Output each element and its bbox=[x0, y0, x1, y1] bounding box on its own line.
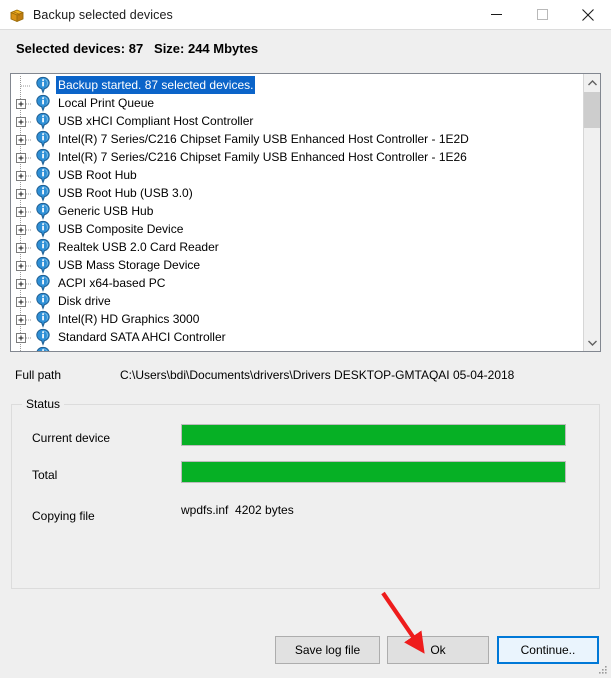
copying-file-value: wpdfs.inf 4202 bytes bbox=[181, 503, 294, 517]
info-balloon-icon bbox=[35, 292, 51, 310]
info-balloon-icon bbox=[35, 256, 51, 274]
tree-row[interactable]: Intel(R) HD Graphics 3000 bbox=[11, 310, 583, 328]
device-tree-panel[interactable]: Backup started. 87 selected devices. Loca… bbox=[10, 73, 601, 352]
tree-row[interactable]: Generic USB Hub bbox=[11, 202, 583, 220]
tree-row[interactable]: Intel(R) 7 Series/C216 Chipset Family US… bbox=[11, 148, 583, 166]
ok-button[interactable]: Ok bbox=[387, 636, 489, 664]
total-label: Total bbox=[32, 468, 58, 482]
selection-summary: Selected devices: 87 Size: 244 Mbytes bbox=[16, 41, 259, 56]
info-balloon-icon bbox=[35, 310, 51, 328]
tree-row-label: Intel(R) 7 Series/C216 Chipset Family US… bbox=[58, 132, 469, 146]
current-device-progressbar bbox=[181, 424, 566, 446]
tree-row[interactable]: Backup started. 87 selected devices. bbox=[11, 76, 583, 94]
save-log-file-button[interactable]: Save log file bbox=[275, 636, 380, 664]
tree-row-label: Intel(R) HD Graphics 3000 bbox=[58, 312, 200, 326]
tree-row-label: Disk drive bbox=[58, 294, 111, 308]
tree-row[interactable]: USB Composite Device bbox=[11, 220, 583, 238]
maximize-button[interactable] bbox=[519, 0, 565, 29]
current-device-label: Current device bbox=[32, 431, 111, 445]
tree-row[interactable]: USB Root Hub (USB 3.0) bbox=[11, 184, 583, 202]
plus-box-icon[interactable] bbox=[15, 184, 35, 202]
info-balloon-icon bbox=[35, 328, 51, 346]
scroll-up-icon[interactable] bbox=[584, 74, 600, 91]
scrollbar-thumb[interactable] bbox=[584, 92, 600, 128]
window-controls bbox=[473, 0, 611, 29]
minimize-button[interactable] bbox=[473, 0, 519, 29]
tree-row[interactable]: USB xHCI Compliant Host Controller bbox=[11, 112, 583, 130]
plus-box-icon[interactable] bbox=[15, 292, 35, 310]
info-balloon-icon bbox=[35, 202, 51, 220]
info-balloon-icon bbox=[35, 238, 51, 256]
close-button[interactable] bbox=[565, 0, 611, 29]
status-group-legend: Status bbox=[22, 397, 65, 411]
tree-row-label: Intel(R) 7 Series/C216 Chipset Family US… bbox=[58, 150, 467, 164]
info-balloon-icon bbox=[35, 274, 51, 292]
tree-row[interactable]: USB Mass Storage Device bbox=[11, 256, 583, 274]
title-bar: Backup selected devices bbox=[0, 0, 611, 30]
info-balloon-icon bbox=[35, 94, 51, 112]
plus-box-icon[interactable] bbox=[15, 94, 35, 112]
tree-row-label: Backup started. 87 selected devices. bbox=[56, 76, 256, 94]
info-balloon-icon bbox=[35, 148, 51, 166]
tree-row-label: USB Mass Storage Device bbox=[58, 258, 201, 272]
plus-box-icon[interactable] bbox=[15, 310, 35, 328]
tree-row[interactable]: Intel(R) 7 Series/C216 Chipset Family US… bbox=[11, 130, 583, 148]
tree-row-label: Standard SATA AHCI Controller bbox=[58, 330, 226, 344]
tree-row[interactable]: ACPI x64-based PC bbox=[11, 274, 583, 292]
tree-row-label: USB xHCI Compliant Host Controller bbox=[58, 114, 254, 128]
tree-row[interactable]: Realtek USB 2.0 Card Reader bbox=[11, 238, 583, 256]
plus-box-icon[interactable] bbox=[15, 148, 35, 166]
tree-row-label: Realtek USB 2.0 Card Reader bbox=[58, 240, 219, 254]
tree-row[interactable]: Disk drive bbox=[11, 292, 583, 310]
info-balloon-icon bbox=[35, 166, 51, 184]
copying-file-label: Copying file bbox=[32, 509, 95, 523]
device-tree-rows[interactable]: Backup started. 87 selected devices. Loca… bbox=[11, 76, 583, 351]
full-path-value: C:\Users\bdi\Documents\drivers\Drivers D… bbox=[120, 368, 515, 382]
plus-box-icon[interactable] bbox=[15, 130, 35, 148]
window-title: Backup selected devices bbox=[33, 7, 173, 22]
tree-vertical-scrollbar[interactable] bbox=[583, 74, 600, 351]
tree-row[interactable]: Standard SATA AHCI Controller bbox=[11, 328, 583, 346]
plus-box-icon[interactable] bbox=[15, 220, 35, 238]
info-balloon-icon bbox=[35, 112, 51, 130]
tree-row[interactable]: USB Root Hub bbox=[11, 166, 583, 184]
info-balloon-icon bbox=[35, 220, 51, 238]
tree-row[interactable] bbox=[11, 346, 583, 351]
plus-box-icon[interactable] bbox=[15, 256, 35, 274]
tree-connector-icon bbox=[15, 76, 35, 94]
plus-box-icon[interactable] bbox=[15, 202, 35, 220]
full-path-label: Full path bbox=[15, 368, 62, 382]
tree-row-label: USB Root Hub bbox=[58, 168, 137, 182]
resize-grip[interactable] bbox=[598, 665, 608, 675]
plus-box-icon[interactable] bbox=[15, 274, 35, 292]
info-balloon-icon bbox=[35, 130, 51, 148]
tree-row-label: Generic USB Hub bbox=[58, 204, 154, 218]
tree-row-label: USB Root Hub (USB 3.0) bbox=[58, 186, 193, 200]
continue-button[interactable]: Continue.. bbox=[497, 636, 599, 664]
status-group-box: Status Current device Total Copying file… bbox=[11, 397, 600, 589]
tree-row[interactable]: Local Print Queue bbox=[11, 94, 583, 112]
plus-box-icon[interactable] bbox=[15, 346, 35, 351]
info-balloon-icon bbox=[35, 184, 51, 202]
info-balloon-icon bbox=[35, 346, 51, 351]
plus-box-icon[interactable] bbox=[15, 166, 35, 184]
total-progressbar bbox=[181, 461, 566, 483]
info-balloon-icon bbox=[35, 76, 51, 94]
total-progress-fill bbox=[182, 462, 565, 482]
plus-box-icon[interactable] bbox=[15, 238, 35, 256]
plus-box-icon[interactable] bbox=[15, 112, 35, 130]
plus-box-icon[interactable] bbox=[15, 328, 35, 346]
current-device-progress-fill bbox=[182, 425, 565, 445]
tree-row-label: Local Print Queue bbox=[58, 96, 155, 110]
tree-row-label: ACPI x64-based PC bbox=[58, 276, 166, 290]
tree-row-label: USB Composite Device bbox=[58, 222, 184, 236]
package-box-icon bbox=[9, 7, 25, 23]
scroll-down-icon[interactable] bbox=[584, 334, 600, 351]
